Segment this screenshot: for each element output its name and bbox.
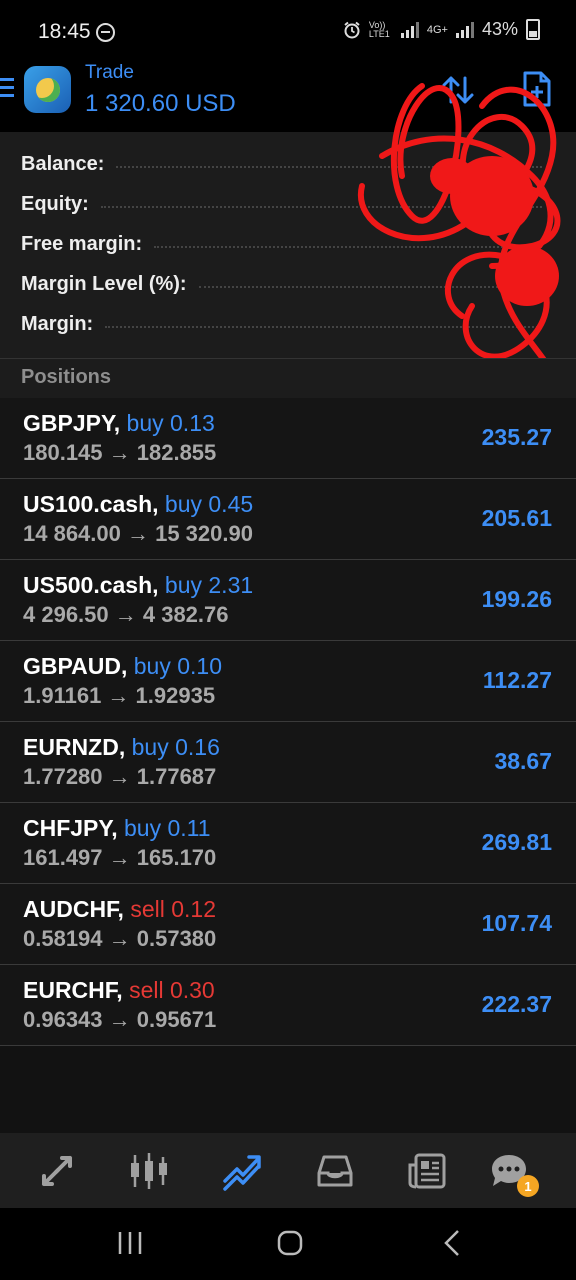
- position-title: AUDCHF, sell 0.12: [23, 896, 216, 923]
- home-icon[interactable]: [270, 1228, 310, 1258]
- summary-label: Free margin:: [21, 232, 143, 255]
- position-symbol: EURCHF,: [23, 977, 123, 1003]
- app-logo: [24, 66, 71, 113]
- position-title: US500.cash, buy 2.31: [23, 572, 253, 599]
- position-profit: 205.61: [481, 505, 552, 531]
- position-row[interactable]: CHFJPY, buy 0.11 161.497 → 165.170 269.8…: [0, 803, 576, 884]
- signal-1-icon: [400, 21, 419, 38]
- back-icon[interactable]: [432, 1228, 472, 1258]
- position-prices: 180.145 → 182.855: [23, 440, 217, 465]
- system-nav-bar: [0, 1208, 576, 1280]
- positions-list: GBPJPY, buy 0.13 180.145 → 182.855 235.2…: [0, 398, 576, 1046]
- position-symbol: GBPAUD,: [23, 653, 128, 679]
- alarm-icon: [344, 21, 360, 38]
- position-side: buy 0.45: [164, 491, 254, 517]
- position-row[interactable]: US100.cash, buy 0.45 14 864.00 → 15 320.…: [0, 479, 576, 560]
- position-title: GBPJPY, buy 0.13: [23, 410, 215, 437]
- position-profit: 107.74: [481, 910, 552, 936]
- position-symbol: EURNZD,: [23, 734, 126, 760]
- position-row[interactable]: AUDCHF, sell 0.12 0.58194 → 0.57380 107.…: [0, 884, 576, 965]
- position-profit: 38.67: [494, 748, 552, 774]
- battery-percent: 43%: [481, 19, 518, 39]
- summary-label: Margin:: [21, 312, 94, 335]
- position-title: CHFJPY, buy 0.11: [23, 815, 211, 842]
- position-symbol: CHFJPY,: [23, 815, 118, 841]
- position-symbol: AUDCHF,: [23, 896, 124, 922]
- network-type-label: 4G+: [426, 23, 448, 36]
- position-side: buy 0.10: [133, 653, 222, 679]
- redaction-scribble: [357, 83, 561, 389]
- chat-icon[interactable]: 1: [489, 1151, 539, 1197]
- summary-label: Balance:: [21, 152, 105, 175]
- quotes-icon[interactable]: [37, 1151, 77, 1191]
- position-prices: 161.497 → 165.170: [23, 845, 217, 870]
- bottom-nav: 1: [0, 1133, 576, 1208]
- position-profit: 112.27: [482, 667, 552, 693]
- position-title: GBPAUD, buy 0.10: [23, 653, 222, 680]
- summary-label: Equity:: [21, 192, 89, 215]
- position-symbol: US100.cash,: [23, 491, 159, 517]
- battery-icon: [526, 19, 540, 40]
- page-title: Trade: [85, 62, 134, 83]
- position-side: buy 0.11: [123, 815, 211, 841]
- history-icon[interactable]: [315, 1151, 355, 1191]
- position-side: buy 0.13: [126, 410, 215, 436]
- positions-title: Positions: [21, 366, 112, 388]
- position-row[interactable]: US500.cash, buy 2.31 4 296.50 → 4 382.76…: [0, 560, 576, 641]
- status-indicators: Vo)) LTE1 4G+ 43%: [343, 19, 540, 40]
- position-row[interactable]: EURNZD, buy 0.16 1.77280 → 1.77687 38.67: [0, 722, 576, 803]
- position-row[interactable]: GBPJPY, buy 0.13 180.145 → 182.855 235.2…: [0, 398, 576, 479]
- position-row[interactable]: GBPAUD, buy 0.10 1.91161 → 1.92935 112.2…: [0, 641, 576, 722]
- position-title: US100.cash, buy 0.45: [23, 491, 253, 518]
- position-profit: 269.81: [481, 829, 552, 855]
- signal-2-icon: [455, 21, 474, 38]
- chart-icon[interactable]: [129, 1151, 169, 1191]
- position-row[interactable]: EURCHF, sell 0.30 0.96343 → 0.95671 222.…: [0, 965, 576, 1046]
- position-title: EURNZD, buy 0.16: [23, 734, 220, 761]
- position-profit: 199.26: [481, 586, 552, 612]
- menu-icon[interactable]: [0, 78, 14, 98]
- position-side: sell 0.12: [130, 896, 217, 922]
- position-profit: 235.27: [481, 424, 552, 450]
- volte-label: Vo)) LTE1: [368, 19, 390, 39]
- news-icon[interactable]: [407, 1151, 447, 1191]
- position-prices: 4 296.50 → 4 382.76: [23, 602, 229, 627]
- position-prices: 0.58194 → 0.57380: [23, 926, 217, 951]
- position-prices: 0.96343 → 0.95671: [23, 1007, 217, 1032]
- header-balance: 1 320.60 USD: [85, 90, 236, 117]
- chat-badge: 1: [517, 1175, 539, 1197]
- recents-icon[interactable]: [110, 1228, 150, 1258]
- position-prices: 1.77280 → 1.77687: [23, 764, 217, 789]
- position-title: EURCHF, sell 0.30: [23, 977, 215, 1004]
- position-prices: 1.91161 → 1.92935: [23, 683, 216, 708]
- status-time: 18:45: [38, 20, 91, 43]
- trade-icon[interactable]: [222, 1151, 262, 1191]
- do-not-disturb-icon: [96, 23, 115, 42]
- position-side: sell 0.30: [129, 977, 215, 1003]
- position-symbol: GBPJPY,: [23, 410, 121, 436]
- position-side: buy 0.16: [131, 734, 220, 760]
- position-symbol: US500.cash,: [23, 572, 159, 598]
- position-side: buy 2.31: [164, 572, 254, 598]
- positions-header: Positions: [0, 358, 576, 399]
- summary-label: Margin Level (%):: [21, 272, 187, 295]
- status-bar: 18:45 Vo)) LTE1 4G+ 43%: [0, 0, 576, 62]
- position-profit: 222.37: [481, 991, 552, 1017]
- position-prices: 14 864.00 → 15 320.90: [23, 521, 253, 546]
